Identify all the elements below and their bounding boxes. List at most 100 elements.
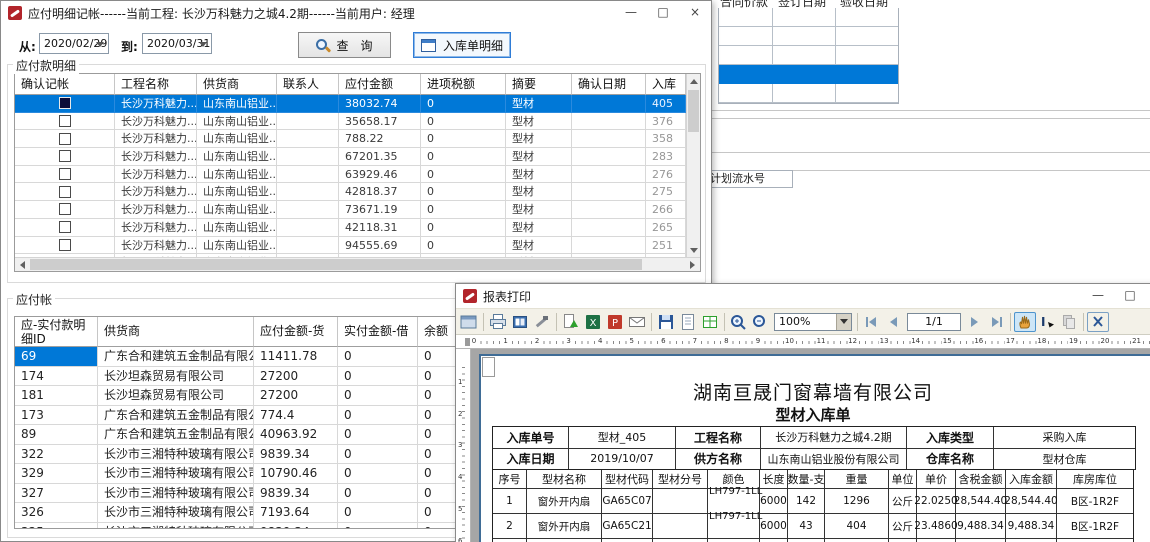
to-date-combo[interactable]: 2020/03/31 xyxy=(142,33,212,54)
confirm-checkbox[interactable] xyxy=(59,221,71,233)
page-number-box[interactable]: 1/1 xyxy=(907,313,961,331)
tools-icon[interactable] xyxy=(531,312,553,332)
margin-handle xyxy=(482,357,495,377)
cell-project: 长沙万科魅力... xyxy=(115,113,197,131)
report-print-window: 报表打印 — □ × X P 100% xyxy=(455,283,1150,542)
col-header-amount: 应付金额 xyxy=(339,74,421,95)
cell-amount: 42118.31 xyxy=(339,219,421,237)
plan-serial-label: 计划流水号 xyxy=(707,170,793,188)
payable-row[interactable]: 长沙万科魅力... 山东南山铝业... 67201.35 0 型材 283 xyxy=(15,148,686,166)
payable-row[interactable]: 长沙万科魅力... 山东南山铝业... 42818.37 0 型材 275 xyxy=(15,183,686,201)
hand-tool-icon[interactable] xyxy=(1014,312,1036,332)
info-label: 工程名称 xyxy=(676,427,761,449)
copy-pages-icon[interactable] xyxy=(1058,312,1080,332)
export-icon[interactable] xyxy=(560,312,582,332)
scroll-up-icon[interactable] xyxy=(687,74,701,88)
bg-empty-row[interactable] xyxy=(719,8,898,27)
zoom-level-combo[interactable]: 100% xyxy=(774,313,852,331)
confirm-checkbox[interactable] xyxy=(59,186,71,198)
open-document-icon[interactable] xyxy=(677,312,699,332)
cell-confirm-date xyxy=(572,219,646,237)
payable-row[interactable]: 长沙万科魅力... 山东南山铝业... 35658.17 0 型材 376 xyxy=(15,113,686,131)
send-mail-icon[interactable] xyxy=(626,312,648,332)
confirm-checkbox[interactable] xyxy=(59,203,71,215)
cell-contact xyxy=(277,148,339,166)
print-icon[interactable] xyxy=(487,312,509,332)
bg-empty-row[interactable] xyxy=(719,46,898,65)
minimize-button[interactable]: — xyxy=(1082,284,1114,308)
zoom-out-icon[interactable] xyxy=(750,312,772,332)
previous-page-icon[interactable] xyxy=(883,312,905,332)
minimize-button[interactable]: — xyxy=(615,1,647,25)
zoom-in-icon[interactable] xyxy=(728,312,750,332)
next-page-icon[interactable] xyxy=(963,312,985,332)
col-header-confirm: 确认记帐 xyxy=(15,74,115,95)
payable-row[interactable]: 长沙万科魅力... 山东南山铝业... 73671.19 0 型材 266 xyxy=(15,201,686,219)
cell-tax: 0 xyxy=(421,130,506,148)
cell-confirm-date xyxy=(572,183,646,201)
query-button[interactable]: 查 询 xyxy=(298,32,391,58)
cell-tax: 0 xyxy=(421,237,506,255)
bg-empty-row[interactable] xyxy=(719,84,898,103)
report-detail-header: 序号 型材名称 型材代码 型材分号 颜色 长度 数量-支 重量 单位 单价 含税… xyxy=(493,470,1133,489)
chevron-down-icon xyxy=(199,42,207,51)
cell-entry: 376 xyxy=(646,113,686,131)
ruler-origin-marker xyxy=(465,338,470,346)
scrollbar-thumb[interactable] xyxy=(30,259,642,270)
scroll-down-icon[interactable] xyxy=(687,244,701,258)
cell-summary: 型材 xyxy=(506,201,572,219)
page-setup-icon[interactable] xyxy=(509,312,531,332)
export-pdf-icon[interactable]: P xyxy=(604,312,626,332)
maximize-button[interactable]: □ xyxy=(1114,284,1146,308)
report-info-row: 入库单号 型材_405 工程名称 长沙万科魅力之城4.2期 入库类型 采购入库 xyxy=(493,427,1135,449)
horizontal-scrollbar[interactable] xyxy=(15,257,700,271)
first-page-icon[interactable] xyxy=(861,312,883,332)
last-page-icon[interactable] xyxy=(985,312,1007,332)
payable-row[interactable]: 长沙万科魅力... 山东南山铝业... 38032.74 0 型材 405 xyxy=(15,95,686,113)
app-icon xyxy=(8,6,22,20)
cell-amount: 10790.46 xyxy=(254,464,338,484)
report-preview-area: 123456 湖南亘晟门窗幕墙有限公司 型材入库单 入库单号 型材_405 工程… xyxy=(456,349,1150,542)
confirm-checkbox[interactable] xyxy=(59,97,71,109)
confirm-checkbox[interactable] xyxy=(59,239,71,251)
scrollbar-thumb[interactable] xyxy=(688,90,699,132)
scroll-left-icon[interactable] xyxy=(15,258,29,272)
cell-paid: 0 xyxy=(338,503,418,523)
confirm-checkbox[interactable] xyxy=(59,115,71,127)
vertical-scrollbar[interactable] xyxy=(686,74,700,258)
payable-row[interactable]: 长沙万科魅力... 山东南山铝业... 788.22 0 型材 358 xyxy=(15,130,686,148)
report-page: 湖南亘晟门窗幕墙有限公司 型材入库单 入库单号 型材_405 工程名称 长沙万科… xyxy=(479,354,1150,542)
cell-tax: 0 xyxy=(421,219,506,237)
cell-id: 89 xyxy=(15,425,98,445)
table-view-icon[interactable] xyxy=(699,312,721,332)
confirm-checkbox[interactable] xyxy=(59,133,71,145)
design-view-icon[interactable] xyxy=(458,312,480,332)
bg-selected-row[interactable] xyxy=(719,65,898,84)
bg-empty-row[interactable] xyxy=(719,27,898,46)
cell-paid: 0 xyxy=(338,523,418,530)
cell-contact xyxy=(277,113,339,131)
close-button[interactable]: × xyxy=(679,1,711,25)
info-label: 仓库名称 xyxy=(907,449,994,471)
close-preview-icon[interactable] xyxy=(1087,312,1109,332)
confirm-checkbox[interactable] xyxy=(59,168,71,180)
report-titlebar[interactable]: 报表打印 — □ × xyxy=(456,284,1150,308)
payable-row[interactable]: 长沙万科魅力... 山东南山铝业... 63929.46 0 型材 276 xyxy=(15,166,686,184)
main-titlebar[interactable]: 应付明细记帐------当前工程: 长沙万科魅力之城4.2期------当前用户… xyxy=(1,1,711,25)
payable-row[interactable]: 长沙万科魅力... 山东南山铝业... 94555.69 0 型材 251 xyxy=(15,237,686,255)
close-button[interactable]: × xyxy=(1146,284,1150,308)
scroll-right-icon[interactable] xyxy=(686,258,700,272)
cell-confirm xyxy=(15,237,115,255)
save-icon[interactable] xyxy=(655,312,677,332)
export-excel-icon[interactable]: X xyxy=(582,312,604,332)
chevron-down-icon[interactable] xyxy=(836,314,851,330)
confirm-checkbox[interactable] xyxy=(59,150,71,162)
info-label: 入库日期 xyxy=(493,449,569,471)
cell-summary: 型材 xyxy=(506,113,572,131)
maximize-button[interactable]: □ xyxy=(647,1,679,25)
from-date-combo[interactable]: 2020/02/29 xyxy=(39,33,109,54)
payable-row[interactable]: 长沙万科魅力... 山东南山铝业... 42118.31 0 型材 265 xyxy=(15,219,686,237)
cell-id: 325 xyxy=(15,523,98,530)
inbound-detail-button[interactable]: 入库单明细 xyxy=(413,32,511,58)
text-select-icon[interactable]: I xyxy=(1036,312,1058,332)
